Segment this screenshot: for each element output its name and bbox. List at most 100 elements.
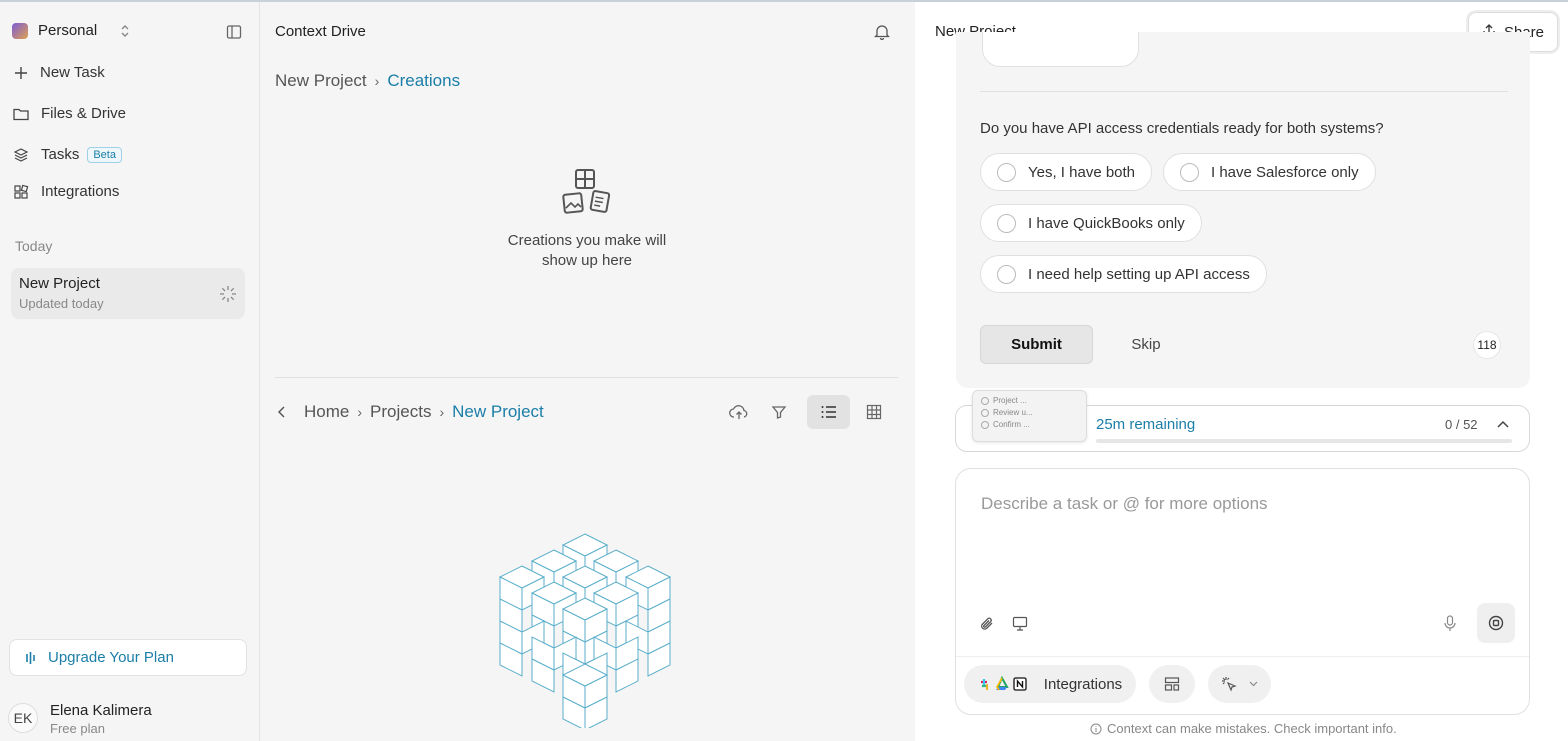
workspace-logo xyxy=(12,22,28,39)
stop-circle-icon xyxy=(1488,615,1504,631)
chevron-down-icon xyxy=(1249,681,1258,687)
history-item-subtitle: Updated today xyxy=(19,296,104,311)
progress-step: Confirm ... xyxy=(981,419,1078,431)
question-text: Do you have API access credentials ready… xyxy=(980,120,1384,137)
cursor-click-icon xyxy=(1221,676,1237,692)
option-label: I have Salesforce only xyxy=(1211,163,1359,181)
sidebar-item-files[interactable]: Files & Drive xyxy=(13,105,126,122)
send-stop-button[interactable] xyxy=(1477,603,1515,643)
option-label: I have QuickBooks only xyxy=(1028,214,1185,232)
upgrade-icon xyxy=(26,651,36,665)
sidebar-toggle-icon[interactable] xyxy=(226,24,242,40)
upgrade-label: Upgrade Your Plan xyxy=(48,649,174,666)
integrations-label: Integrations xyxy=(1043,675,1123,693)
option-yes-both[interactable]: Yes, I have both xyxy=(980,153,1153,191)
bell-icon[interactable] xyxy=(874,23,890,40)
option-need-help-api[interactable]: I need help setting up API access xyxy=(980,255,1267,293)
history-section-label: Today xyxy=(15,238,53,254)
history-item-title: New Project xyxy=(19,275,100,292)
character-count-badge: 118 xyxy=(1473,331,1501,359)
sidebar-item-label: Tasks xyxy=(41,146,80,163)
info-icon xyxy=(1090,723,1102,735)
beta-badge: Beta xyxy=(87,146,122,163)
crumb-new-project[interactable]: New Project xyxy=(452,402,544,422)
crumb-creations[interactable]: Creations xyxy=(387,71,460,91)
empty-cube-illustration xyxy=(496,530,674,728)
integrations-button[interactable]: Integrations xyxy=(964,665,1136,703)
chevron-updown-icon xyxy=(119,23,131,39)
submit-button[interactable]: Submit xyxy=(980,325,1093,364)
sidebar-item-tasks[interactable]: Tasks Beta xyxy=(13,146,122,163)
integrations-icon xyxy=(13,184,29,200)
option-label: Yes, I have both xyxy=(1028,163,1136,181)
list-view-button[interactable] xyxy=(807,395,850,429)
avatar[interactable]: EK xyxy=(8,703,38,733)
chevron-right-icon: › xyxy=(439,404,445,420)
panel-title: Context Drive xyxy=(275,23,366,40)
workspace-switcher[interactable]: Personal xyxy=(12,22,131,39)
creations-empty-text: Creations you make will show up here xyxy=(507,232,667,269)
microphone-icon[interactable] xyxy=(1444,615,1456,632)
chevron-up-icon[interactable] xyxy=(1497,420,1509,428)
radio-icon xyxy=(997,162,1016,182)
progress-step: Project ... xyxy=(981,395,1078,407)
chat-panel: New Project Share Do you have API access… xyxy=(915,2,1568,741)
option-label: I need help setting up API access xyxy=(1028,265,1250,283)
option-salesforce-only[interactable]: I have Salesforce only xyxy=(1163,153,1376,191)
question-card: Do you have API access credentials ready… xyxy=(956,32,1530,388)
sidebar-item-new-task[interactable]: New Task xyxy=(14,64,105,81)
folder-icon xyxy=(13,107,29,121)
sidebar-item-label: New Task xyxy=(40,64,105,81)
previous-option-fragment xyxy=(982,32,1139,67)
task-progress-bar[interactable]: Project ... Review u... Confirm ... 25m … xyxy=(955,390,1530,452)
skip-button[interactable]: Skip xyxy=(1116,325,1176,364)
history-item-project[interactable]: New Project Updated today xyxy=(11,268,245,319)
progress-track xyxy=(1096,439,1512,443)
progress-step: Review u... xyxy=(981,407,1078,419)
app-logos-icon xyxy=(978,676,1028,692)
chevron-right-icon: › xyxy=(357,404,363,420)
plus-icon xyxy=(14,66,28,80)
crumb-project[interactable]: New Project xyxy=(275,71,367,91)
back-chevron-icon[interactable] xyxy=(278,406,286,418)
divider xyxy=(956,656,1529,657)
filter-icon[interactable] xyxy=(762,395,796,429)
radio-icon xyxy=(997,213,1016,233)
disclaimer: Context can make mistakes. Check importa… xyxy=(1090,721,1397,736)
user-name: Elena Kalimera xyxy=(50,702,152,719)
user-plan: Free plan xyxy=(50,721,105,736)
monitor-icon[interactable] xyxy=(1012,616,1028,631)
progress-steps-thumbnail: Project ... Review u... Confirm ... xyxy=(972,390,1087,442)
divider xyxy=(980,91,1508,92)
agent-mode-dropdown[interactable] xyxy=(1208,665,1271,703)
progress-count: 0 / 52 xyxy=(1445,417,1478,432)
breadcrumb-files: Home › Projects › New Project xyxy=(278,402,544,422)
crumb-projects[interactable]: Projects xyxy=(370,402,431,422)
chevron-right-icon: › xyxy=(374,73,380,89)
paperclip-icon[interactable] xyxy=(979,615,995,633)
upgrade-plan-button[interactable]: Upgrade Your Plan xyxy=(9,639,247,676)
layers-icon xyxy=(13,147,29,163)
radio-icon xyxy=(997,264,1016,284)
sidebar-item-integrations[interactable]: Integrations xyxy=(13,183,119,200)
disclaimer-text: Context can make mistakes. Check importa… xyxy=(1107,721,1397,736)
workspace-name: Personal xyxy=(38,22,98,39)
grid-view-button[interactable] xyxy=(857,395,891,429)
task-input[interactable]: Describe a task or @ for more options xyxy=(981,494,1268,514)
sidebar-item-label: Files & Drive xyxy=(41,105,127,122)
time-remaining: 25m remaining xyxy=(1096,416,1196,433)
option-quickbooks-only[interactable]: I have QuickBooks only xyxy=(980,204,1202,242)
radio-icon xyxy=(1180,162,1199,182)
upload-cloud-icon[interactable] xyxy=(722,395,756,429)
creations-empty-icon xyxy=(561,168,613,216)
layout-icon xyxy=(1164,676,1180,692)
sidebar: Personal New Task Files & Drive Tasks Be… xyxy=(0,2,260,741)
breadcrumb-creations: New Project › Creations xyxy=(275,71,460,91)
layout-template-button[interactable] xyxy=(1149,665,1195,703)
chat-input-box: Describe a task or @ for more options In… xyxy=(955,468,1530,715)
sidebar-item-label: Integrations xyxy=(41,183,120,200)
loading-spinner-icon xyxy=(219,285,237,303)
divider xyxy=(275,377,898,378)
crumb-home[interactable]: Home xyxy=(304,402,349,422)
context-drive-panel: Context Drive New Project › Creations Cr… xyxy=(260,2,915,741)
